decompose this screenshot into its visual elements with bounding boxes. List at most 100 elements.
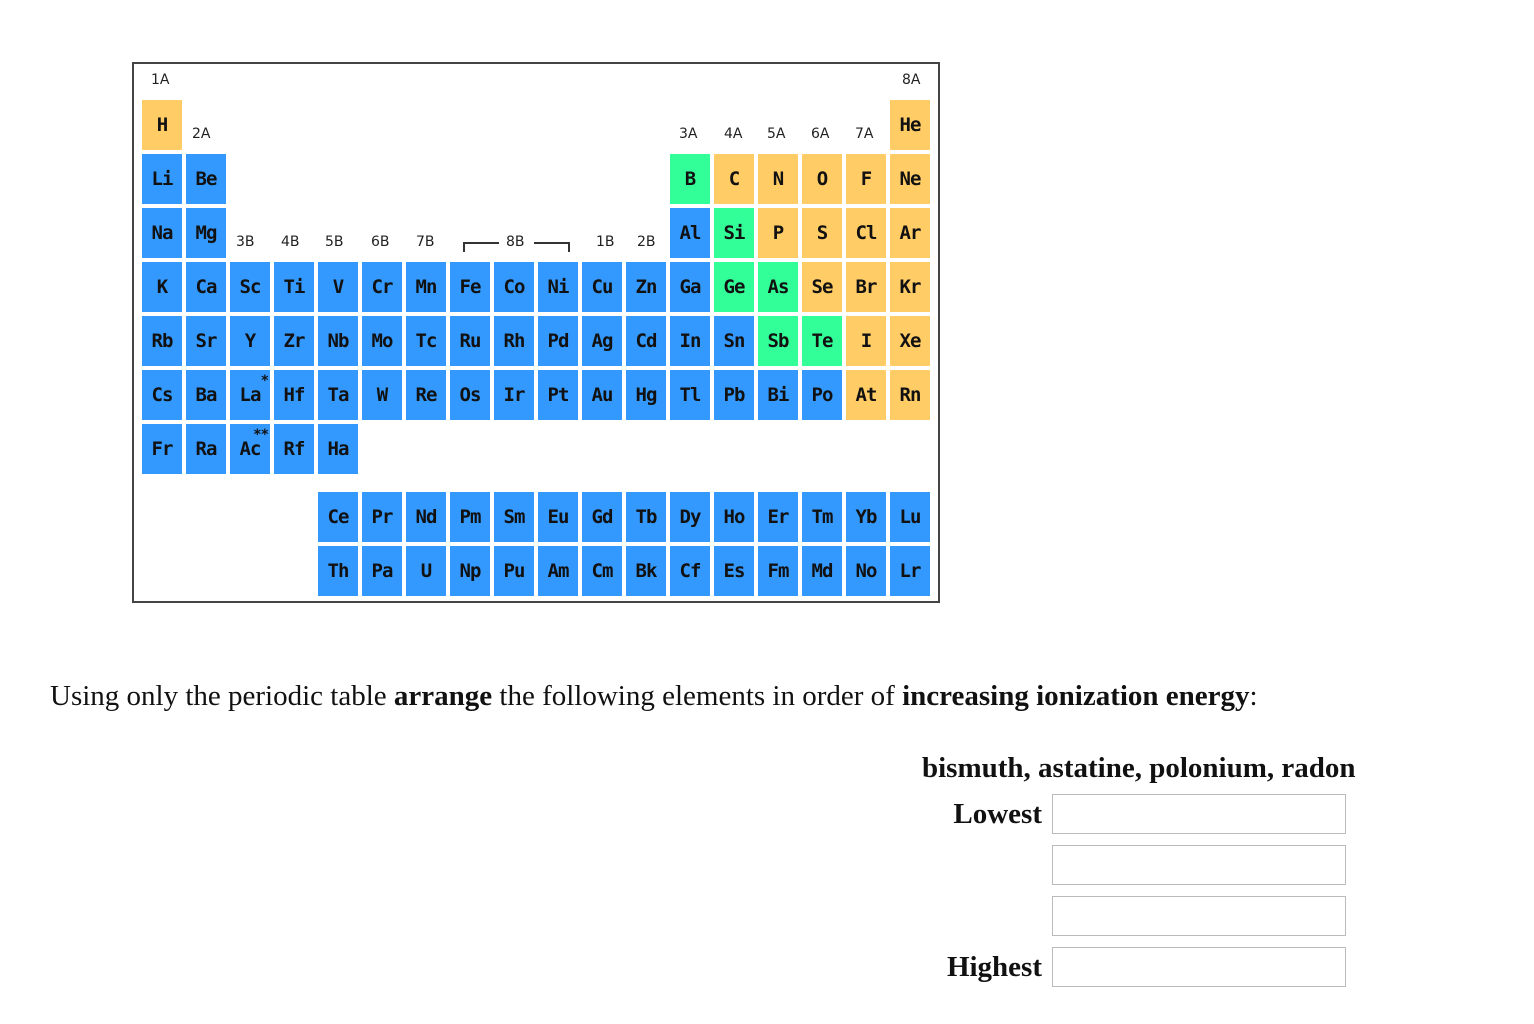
element-cell-ag: Ag [582, 316, 622, 366]
element-symbol: C [728, 168, 740, 190]
element-cell-rh: Rh [494, 316, 534, 366]
element-cell-ir: Ir [494, 370, 534, 420]
element-symbol: Yb [855, 506, 878, 528]
element-symbol: Pb [723, 384, 746, 406]
element-symbol: Ne [899, 168, 922, 190]
element-symbol: Pu [503, 560, 526, 582]
element-cell-at: At [846, 370, 886, 420]
element-symbol: In [679, 330, 702, 352]
element-symbol: Be [195, 168, 218, 190]
element-cell-ba: Ba [186, 370, 226, 420]
element-cell-ta: Ta [318, 370, 358, 420]
element-cell-md: Md [802, 546, 842, 596]
group-8b-bracket-left [463, 242, 499, 252]
element-cell-pb: Pb [714, 370, 754, 420]
element-symbol: Li [151, 168, 174, 190]
element-cell-re: Re [406, 370, 446, 420]
element-symbol: Bk [635, 560, 658, 582]
element-symbol: Mo [371, 330, 394, 352]
element-cell-kr: Kr [890, 262, 930, 312]
answer-input-4[interactable] [1052, 947, 1346, 987]
element-symbol: Zr [283, 330, 306, 352]
element-cell-sc: Sc [230, 262, 270, 312]
element-symbol: Rn [899, 384, 922, 406]
highest-label: Highest [946, 951, 1042, 983]
element-symbol: Cm [591, 560, 614, 582]
group-label-1a: 1A [151, 72, 170, 88]
element-cell-os: Os [450, 370, 490, 420]
element-cell-ar: Ar [890, 208, 930, 258]
element-symbol: Si [723, 222, 746, 244]
group-label-5b: 5B [325, 234, 344, 250]
element-symbol: Hg [635, 384, 658, 406]
element-cell-th: Th [318, 546, 358, 596]
element-cell-o: O [802, 154, 842, 204]
element-cell-se: Se [802, 262, 842, 312]
element-symbol: As [767, 276, 790, 298]
element-symbol: Pd [547, 330, 570, 352]
element-symbol: Ru [459, 330, 482, 352]
element-symbol: Md [811, 560, 834, 582]
element-cell-tb: Tb [626, 492, 666, 542]
element-symbol: Ha [327, 438, 350, 460]
element-symbol: Pr [371, 506, 394, 528]
element-cell-b: B [670, 154, 710, 204]
answer-input-1[interactable] [1052, 794, 1346, 834]
element-symbol: Nb [327, 330, 350, 352]
answer-input-2[interactable] [1052, 845, 1346, 885]
element-symbol: Mg [195, 222, 218, 244]
element-cell-ca: Ca [186, 262, 226, 312]
element-cell-ti: Ti [274, 262, 314, 312]
element-symbol: Cl [855, 222, 878, 244]
element-symbol: Eu [547, 506, 570, 528]
answer-input-3[interactable] [1052, 896, 1346, 936]
element-cell-sm: Sm [494, 492, 534, 542]
group-label-2b: 2B [637, 234, 656, 250]
element-symbol: Ce [327, 506, 350, 528]
element-symbol: Dy [679, 506, 702, 528]
lowest-label: Lowest [953, 798, 1042, 830]
element-symbol: Ta [327, 384, 350, 406]
element-cell-ce: Ce [318, 492, 358, 542]
element-symbol: Co [503, 276, 526, 298]
group-label-6a: 6A [811, 126, 830, 142]
element-symbol: Ni [547, 276, 570, 298]
group-label-4b: 4B [281, 234, 300, 250]
element-symbol: Fe [459, 276, 482, 298]
element-symbol: Ag [591, 330, 614, 352]
element-cell-ac: Ac ** [230, 424, 270, 474]
element-symbol: Tm [811, 506, 834, 528]
element-cell-np: Np [450, 546, 490, 596]
element-cell-eu: Eu [538, 492, 578, 542]
element-symbol: Ba [195, 384, 218, 406]
element-cell-cs: Cs [142, 370, 182, 420]
element-symbol: O [816, 168, 828, 190]
element-symbol: Cu [591, 276, 614, 298]
element-symbol: Ar [899, 222, 922, 244]
element-symbol: Se [811, 276, 834, 298]
element-symbol: Rh [503, 330, 526, 352]
element-cell-w: W [362, 370, 402, 420]
series-marker: * [260, 373, 270, 389]
element-symbol: Y [244, 330, 256, 352]
element-symbol: He [899, 114, 922, 136]
element-cell-u: U [406, 546, 446, 596]
element-cell-fe: Fe [450, 262, 490, 312]
element-symbol: Br [855, 276, 878, 298]
element-cell-mg: Mg [186, 208, 226, 258]
group-label-7b: 7B [416, 234, 435, 250]
group-label-8b: 8B [506, 234, 525, 250]
element-symbol: Au [591, 384, 614, 406]
element-cell-as: As [758, 262, 798, 312]
element-cell-pt: Pt [538, 370, 578, 420]
element-cell-zr: Zr [274, 316, 314, 366]
element-symbol: Ca [195, 276, 218, 298]
element-cell-rf: Rf [274, 424, 314, 474]
elements-list: bismuth, astatine, polonium, radon [922, 752, 1356, 784]
element-cell-i: I [846, 316, 886, 366]
element-cell-pu: Pu [494, 546, 534, 596]
element-symbol: F [860, 168, 872, 190]
element-cell-na: Na [142, 208, 182, 258]
group-label-8a: 8A [902, 72, 921, 88]
element-symbol: P [772, 222, 784, 244]
